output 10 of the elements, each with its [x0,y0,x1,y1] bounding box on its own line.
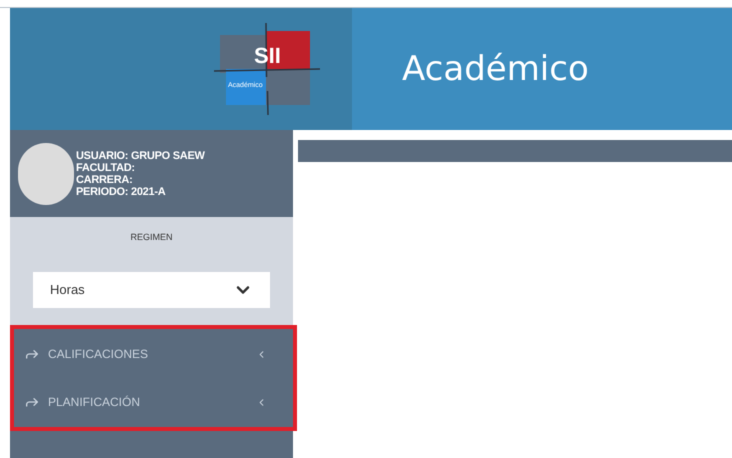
profile-line: CARRERA: [76,174,134,186]
app-title: Académico [402,48,589,90]
regimen-label: REGIMEN [130,231,172,244]
menu-item[interactable]: PLANIFICACIÓN [14,389,293,415]
profile-line: PERIODO: 2021-A [76,186,166,198]
regimen-select[interactable]: Horas [33,272,270,308]
profile-line: FACULTAD: [76,162,136,174]
profile-line: USUARIO: GRUPO SAEW [76,150,205,162]
avatar-placeholder [18,142,74,204]
menu-item[interactable]: CALIFICACIONES [14,341,293,367]
